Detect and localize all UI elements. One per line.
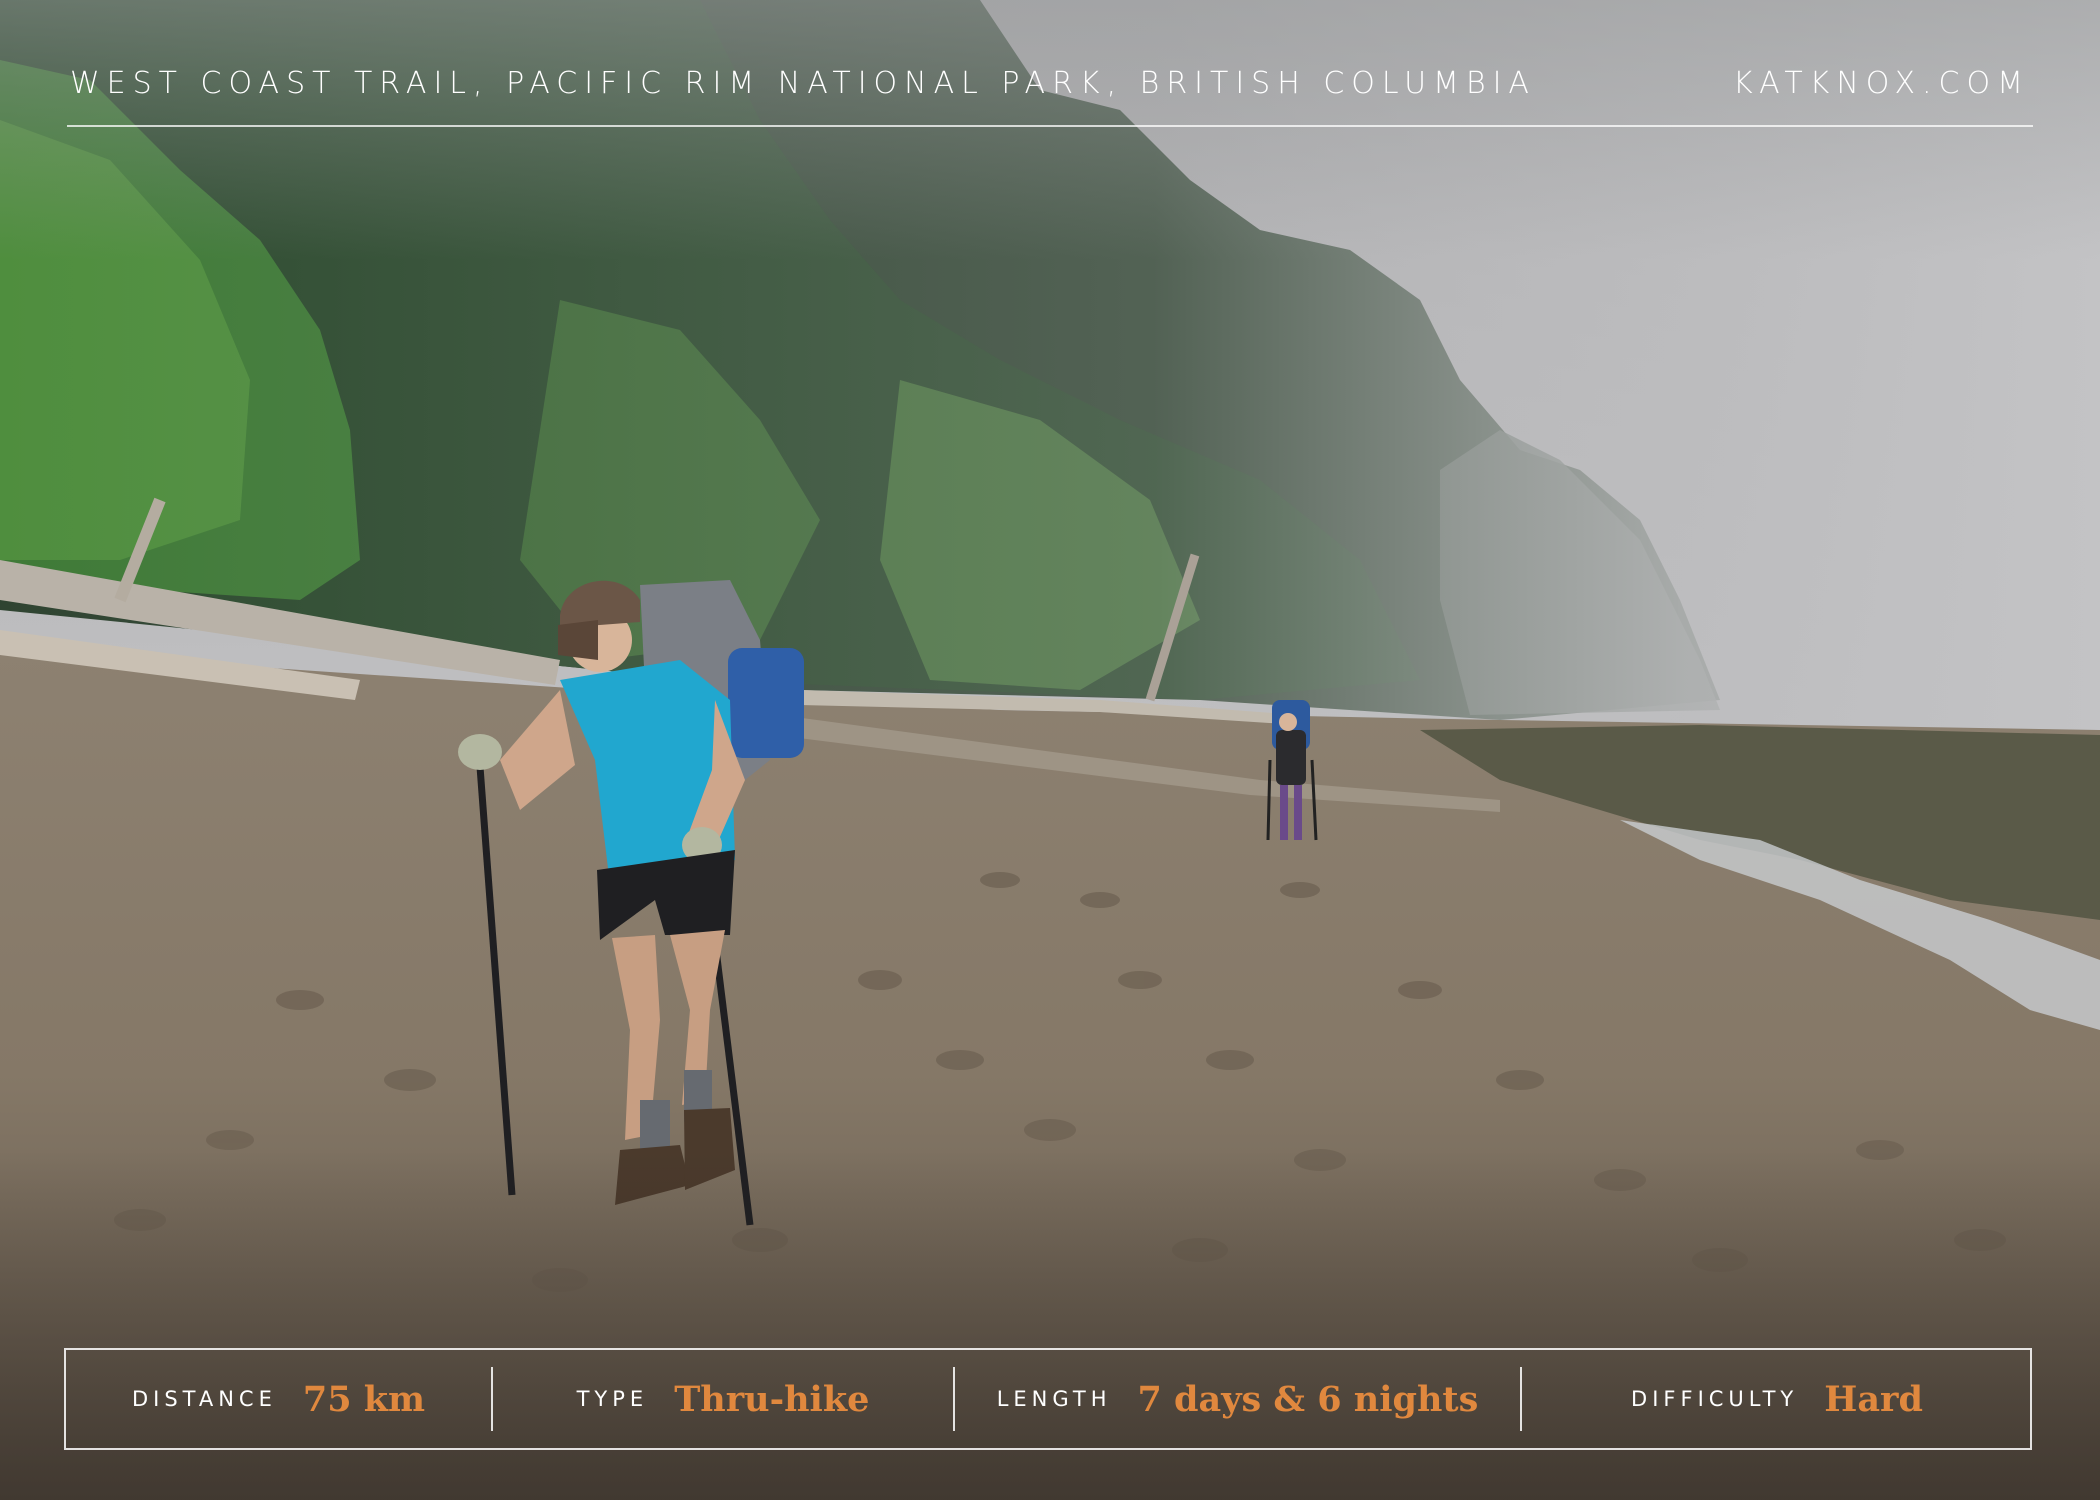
stat-distance-value: 75 km bbox=[302, 1378, 426, 1420]
stat-length: LENGTH 7 days & 6 nights bbox=[955, 1350, 1520, 1448]
location-title: WEST COAST TRAIL, PACIFIC RIM NATIONAL P… bbox=[70, 66, 1536, 101]
stat-type: TYPE Thru-hike bbox=[493, 1350, 953, 1448]
stat-difficulty: DIFFICULTY Hard bbox=[1522, 1350, 2032, 1448]
stat-difficulty-label: DIFFICULTY bbox=[1631, 1387, 1799, 1411]
header-bar: WEST COAST TRAIL, PACIFIC RIM NATIONAL P… bbox=[67, 60, 2033, 127]
beach-hiking-photo bbox=[0, 0, 2100, 1500]
stat-length-value: 7 days & 6 nights bbox=[1137, 1378, 1479, 1420]
stat-length-label: LENGTH bbox=[996, 1387, 1112, 1411]
stat-type-label: TYPE bbox=[576, 1387, 649, 1411]
stat-difficulty-value: Hard bbox=[1824, 1378, 1923, 1420]
trail-stats-bar: DISTANCE 75 km TYPE Thru-hike LENGTH 7 d… bbox=[64, 1348, 2032, 1450]
stat-distance: DISTANCE 75 km bbox=[66, 1350, 491, 1448]
website-label: KATKNOX.COM bbox=[1732, 66, 2030, 101]
stat-distance-label: DISTANCE bbox=[131, 1387, 277, 1411]
stat-type-value: Thru-hike bbox=[674, 1378, 870, 1420]
